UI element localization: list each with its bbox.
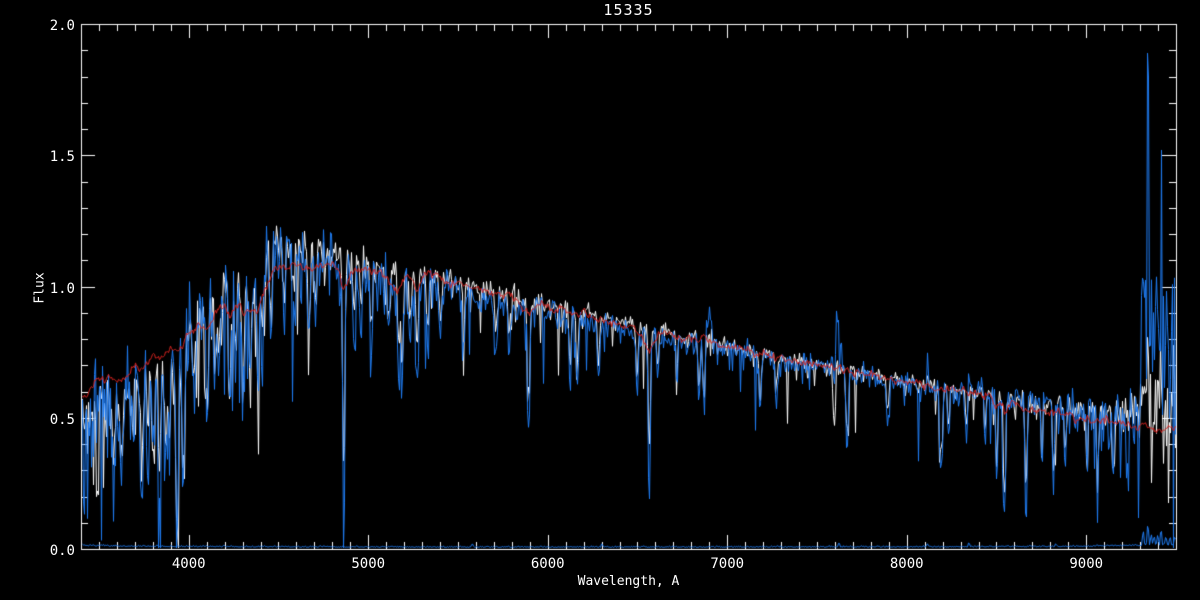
- plot-title: 15335: [603, 1, 654, 19]
- x-tick-label: 7000: [710, 556, 745, 572]
- y-axis-label: Flux: [32, 272, 48, 304]
- y-tick-label: 0.0: [49, 543, 75, 559]
- x-tick-label: 4000: [171, 556, 206, 572]
- spectrum-figure: 15335 Wavelength, A Flux 4000 5000 6000 700…: [0, 0, 1200, 600]
- y-tick-label: 1.0: [49, 280, 75, 297]
- x-tick-label: 6000: [530, 556, 565, 572]
- x-tick-label: 5000: [351, 556, 386, 572]
- y-tick-label: 0.5: [49, 411, 75, 428]
- y-tick-label: 1.5: [49, 149, 75, 166]
- spectrum-plot-canvas: [0, 0, 1200, 600]
- x-tick-label: 8000: [889, 556, 924, 572]
- x-tick-label: 9000: [1069, 556, 1104, 572]
- y-tick-label: 2.0: [49, 18, 75, 34]
- x-axis-label: Wavelength, A: [577, 574, 680, 589]
